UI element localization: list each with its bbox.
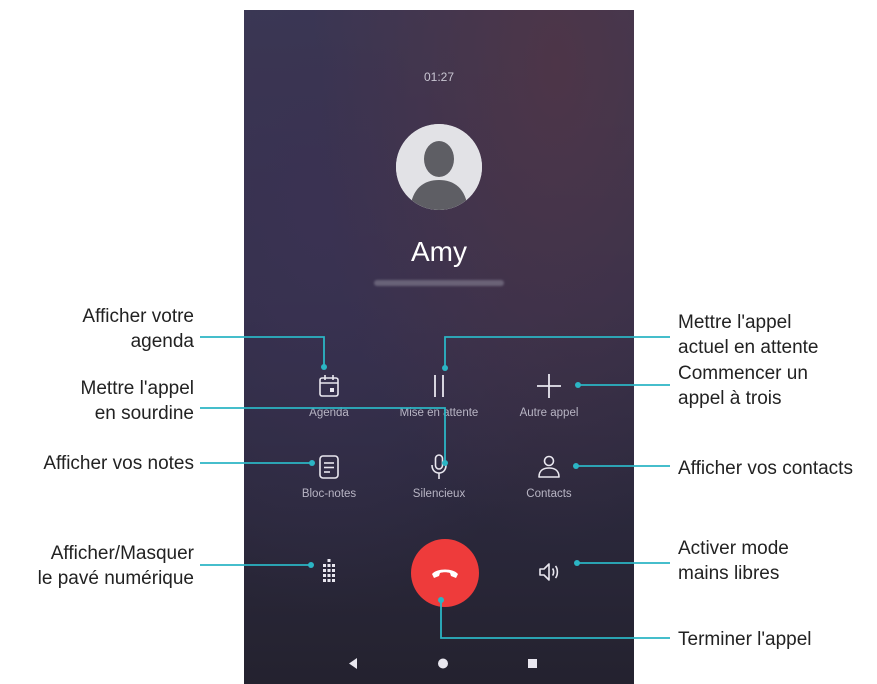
hold-label: Mise en attente [399, 407, 479, 419]
callout-dialpad: Afficher/Masquer le pavé numérique [38, 541, 194, 591]
callout-hold: Mettre l'appel actuel en attente [678, 310, 819, 360]
callout-speaker: Activer mode mains libres [678, 536, 789, 586]
notes-button[interactable]: Bloc-notes [274, 452, 384, 500]
contacts-label: Contacts [526, 488, 572, 500]
callout-mute: Mettre l'appel en sourdine [81, 376, 194, 426]
end-call-button[interactable] [411, 539, 479, 607]
callout-hold-line2: actuel en attente [678, 337, 819, 358]
end-call-icon [432, 569, 458, 578]
notes-icon [319, 455, 339, 479]
callout-notes: Afficher vos notes [43, 453, 194, 474]
calendar-icon [319, 375, 339, 397]
callout-dialpad-line1: Afficher/Masquer [50, 543, 194, 564]
callout-three-way: Commencer un appel à trois [678, 361, 808, 411]
speaker-button[interactable] [494, 557, 604, 587]
contacts-button[interactable]: Contacts [494, 452, 604, 500]
home-icon[interactable] [438, 658, 448, 669]
back-icon[interactable] [349, 658, 357, 669]
callout-three-way-line2: appel à trois [678, 388, 782, 409]
add-call-label: Autre appel [519, 407, 579, 419]
contact-name: Amy [411, 236, 467, 267]
agenda-label: Agenda [309, 407, 349, 419]
pause-icon [434, 375, 444, 397]
dialpad-icon [323, 559, 335, 582]
call-screen: 01:27 Amy Agenda Mise en attente Autre a… [244, 10, 634, 684]
callout-agenda-line1: Afficher votre [82, 306, 194, 327]
notes-label: Bloc-notes [301, 488, 357, 500]
callout-agenda-line2: agenda [130, 331, 194, 352]
phone-number-blurred [374, 280, 504, 286]
callout-end-call: Terminer l'appel [678, 629, 812, 650]
speaker-icon [539, 563, 559, 581]
callout-hold-line1: Mettre l'appel [678, 312, 792, 333]
recents-icon[interactable] [528, 659, 537, 668]
callout-mute-line2: en sourdine [94, 403, 194, 424]
agenda-button[interactable]: Agenda [274, 371, 384, 419]
callout-dialpad-line2: le pavé numérique [37, 568, 194, 589]
callout-speaker-line1: Activer mode [678, 538, 789, 559]
mute-label: Silencieux [412, 488, 466, 500]
add-call-button[interactable]: Autre appel [494, 371, 604, 419]
plus-icon [537, 374, 561, 398]
call-timer: 01:27 [423, 70, 455, 84]
contacts-icon [538, 455, 560, 478]
callout-three-way-line1: Commencer un [678, 363, 808, 384]
microphone-icon [431, 454, 447, 479]
avatar [396, 124, 482, 210]
callout-agenda: Afficher votre agenda [82, 304, 194, 354]
callout-speaker-line2: mains libres [678, 563, 780, 584]
hold-button[interactable]: Mise en attente [384, 371, 494, 419]
callout-mute-line1: Mettre l'appel [80, 378, 194, 399]
navigation-bar [244, 642, 634, 684]
callout-contacts: Afficher vos contacts [678, 458, 853, 479]
mute-button[interactable]: Silencieux [384, 452, 494, 500]
dialpad-button[interactable] [274, 557, 384, 587]
person-icon [396, 124, 482, 210]
